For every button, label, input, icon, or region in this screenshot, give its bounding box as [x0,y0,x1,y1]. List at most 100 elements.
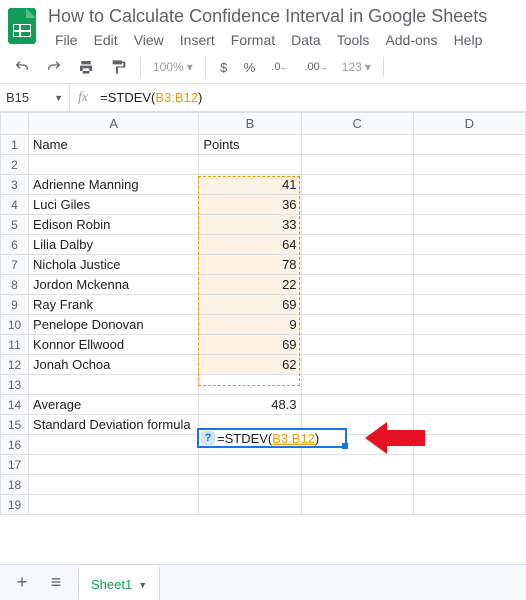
cell-A17[interactable] [29,455,199,475]
undo-button[interactable] [8,55,36,79]
cell-C7[interactable] [301,255,413,275]
cell-D19[interactable] [413,495,525,515]
cell-D13[interactable] [413,375,525,395]
cell-C9[interactable] [301,295,413,315]
row-header-16[interactable]: 16 [1,435,29,455]
cell-D1[interactable] [413,135,525,155]
cell-B1[interactable]: Points [199,135,301,155]
cell-D2[interactable] [413,155,525,175]
row-header-19[interactable]: 19 [1,495,29,515]
number-format-select[interactable]: 123 ▾ [338,60,375,74]
row-header-4[interactable]: 4 [1,195,29,215]
redo-button[interactable] [40,55,68,79]
cell-B9[interactable]: 69 [199,295,301,315]
menu-file[interactable]: File [48,29,85,51]
zoom-select[interactable]: 100% ▾ [149,60,197,74]
cell-A5[interactable]: Edison Robin [29,215,199,235]
spreadsheet-grid[interactable]: A B C D 1NamePoints23Adrienne Manning414… [0,112,526,515]
col-header-D[interactable]: D [413,113,525,135]
cell-A2[interactable] [29,155,199,175]
cell-C8[interactable] [301,275,413,295]
all-sheets-button[interactable]: ≡ [44,571,68,595]
cell-B12[interactable]: 62 [199,355,301,375]
sheet-tab-sheet1[interactable]: Sheet1 ▼ [78,566,160,600]
cell-A14[interactable]: Average [29,395,199,415]
cell-A10[interactable]: Penelope Donovan [29,315,199,335]
cell-C18[interactable] [301,475,413,495]
cell-C15[interactable] [301,415,413,435]
row-header-13[interactable]: 13 [1,375,29,395]
cell-D3[interactable] [413,175,525,195]
cell-D17[interactable] [413,455,525,475]
cell-D15[interactable] [413,415,525,435]
cell-D7[interactable] [413,255,525,275]
row-header-14[interactable]: 14 [1,395,29,415]
cell-B6[interactable]: 64 [199,235,301,255]
cell-C16[interactable] [301,435,413,455]
cell-C1[interactable] [301,135,413,155]
cell-D10[interactable] [413,315,525,335]
cell-A16[interactable] [29,435,199,455]
document-title[interactable]: How to Calculate Confidence Interval in … [48,6,518,27]
cell-C19[interactable] [301,495,413,515]
menu-data[interactable]: Data [284,29,328,51]
row-header-5[interactable]: 5 [1,215,29,235]
cell-B14[interactable]: 48.3 [199,395,301,415]
menu-tools[interactable]: Tools [330,29,377,51]
cell-D5[interactable] [413,215,525,235]
add-sheet-button[interactable]: + [10,571,34,595]
row-header-9[interactable]: 9 [1,295,29,315]
cell-B10[interactable]: 9 [199,315,301,335]
cell-B19[interactable] [199,495,301,515]
cell-A12[interactable]: Jonah Ochoa [29,355,199,375]
cell-A13[interactable] [29,375,199,395]
cell-D8[interactable] [413,275,525,295]
cell-A8[interactable]: Jordon Mckenna [29,275,199,295]
menu-help[interactable]: Help [447,29,490,51]
menu-addons[interactable]: Add-ons [378,29,444,51]
cell-B5[interactable]: 33 [199,215,301,235]
cell-A19[interactable] [29,495,199,515]
cell-D16[interactable] [413,435,525,455]
menu-edit[interactable]: Edit [87,29,125,51]
cell-D11[interactable] [413,335,525,355]
cell-A4[interactable]: Luci Giles [29,195,199,215]
paint-format-button[interactable] [104,55,132,79]
cell-B8[interactable]: 22 [199,275,301,295]
cell-A3[interactable]: Adrienne Manning [29,175,199,195]
cell-C5[interactable] [301,215,413,235]
name-box[interactable]: B15 ▼ [0,84,70,111]
row-header-7[interactable]: 7 [1,255,29,275]
cell-B16[interactable] [199,435,301,455]
row-header-1[interactable]: 1 [1,135,29,155]
currency-button[interactable]: $ [214,55,234,79]
cell-C4[interactable] [301,195,413,215]
cell-B2[interactable] [199,155,301,175]
cell-D6[interactable] [413,235,525,255]
menu-format[interactable]: Format [224,29,282,51]
row-header-3[interactable]: 3 [1,175,29,195]
col-header-C[interactable]: C [301,113,413,135]
increase-decimal-button[interactable]: .00→ [298,55,333,79]
decrease-decimal-button[interactable]: .0← [265,55,294,79]
row-header-10[interactable]: 10 [1,315,29,335]
cell-A6[interactable]: Lilia Dalby [29,235,199,255]
cell-C10[interactable] [301,315,413,335]
menu-view[interactable]: View [127,29,171,51]
col-header-A[interactable]: A [29,113,199,135]
menu-insert[interactable]: Insert [173,29,222,51]
row-header-6[interactable]: 6 [1,235,29,255]
cell-A7[interactable]: Nichola Justice [29,255,199,275]
row-header-15[interactable]: 15 [1,415,29,435]
percent-button[interactable]: % [238,55,262,79]
formula-bar[interactable]: =STDEV(B3:B12) [96,90,526,105]
cell-B15[interactable] [199,415,301,435]
print-button[interactable] [72,55,100,79]
row-header-12[interactable]: 12 [1,355,29,375]
cell-B13[interactable] [199,375,301,395]
row-header-17[interactable]: 17 [1,455,29,475]
cell-C6[interactable] [301,235,413,255]
row-header-11[interactable]: 11 [1,335,29,355]
cell-C2[interactable] [301,155,413,175]
row-header-18[interactable]: 18 [1,475,29,495]
